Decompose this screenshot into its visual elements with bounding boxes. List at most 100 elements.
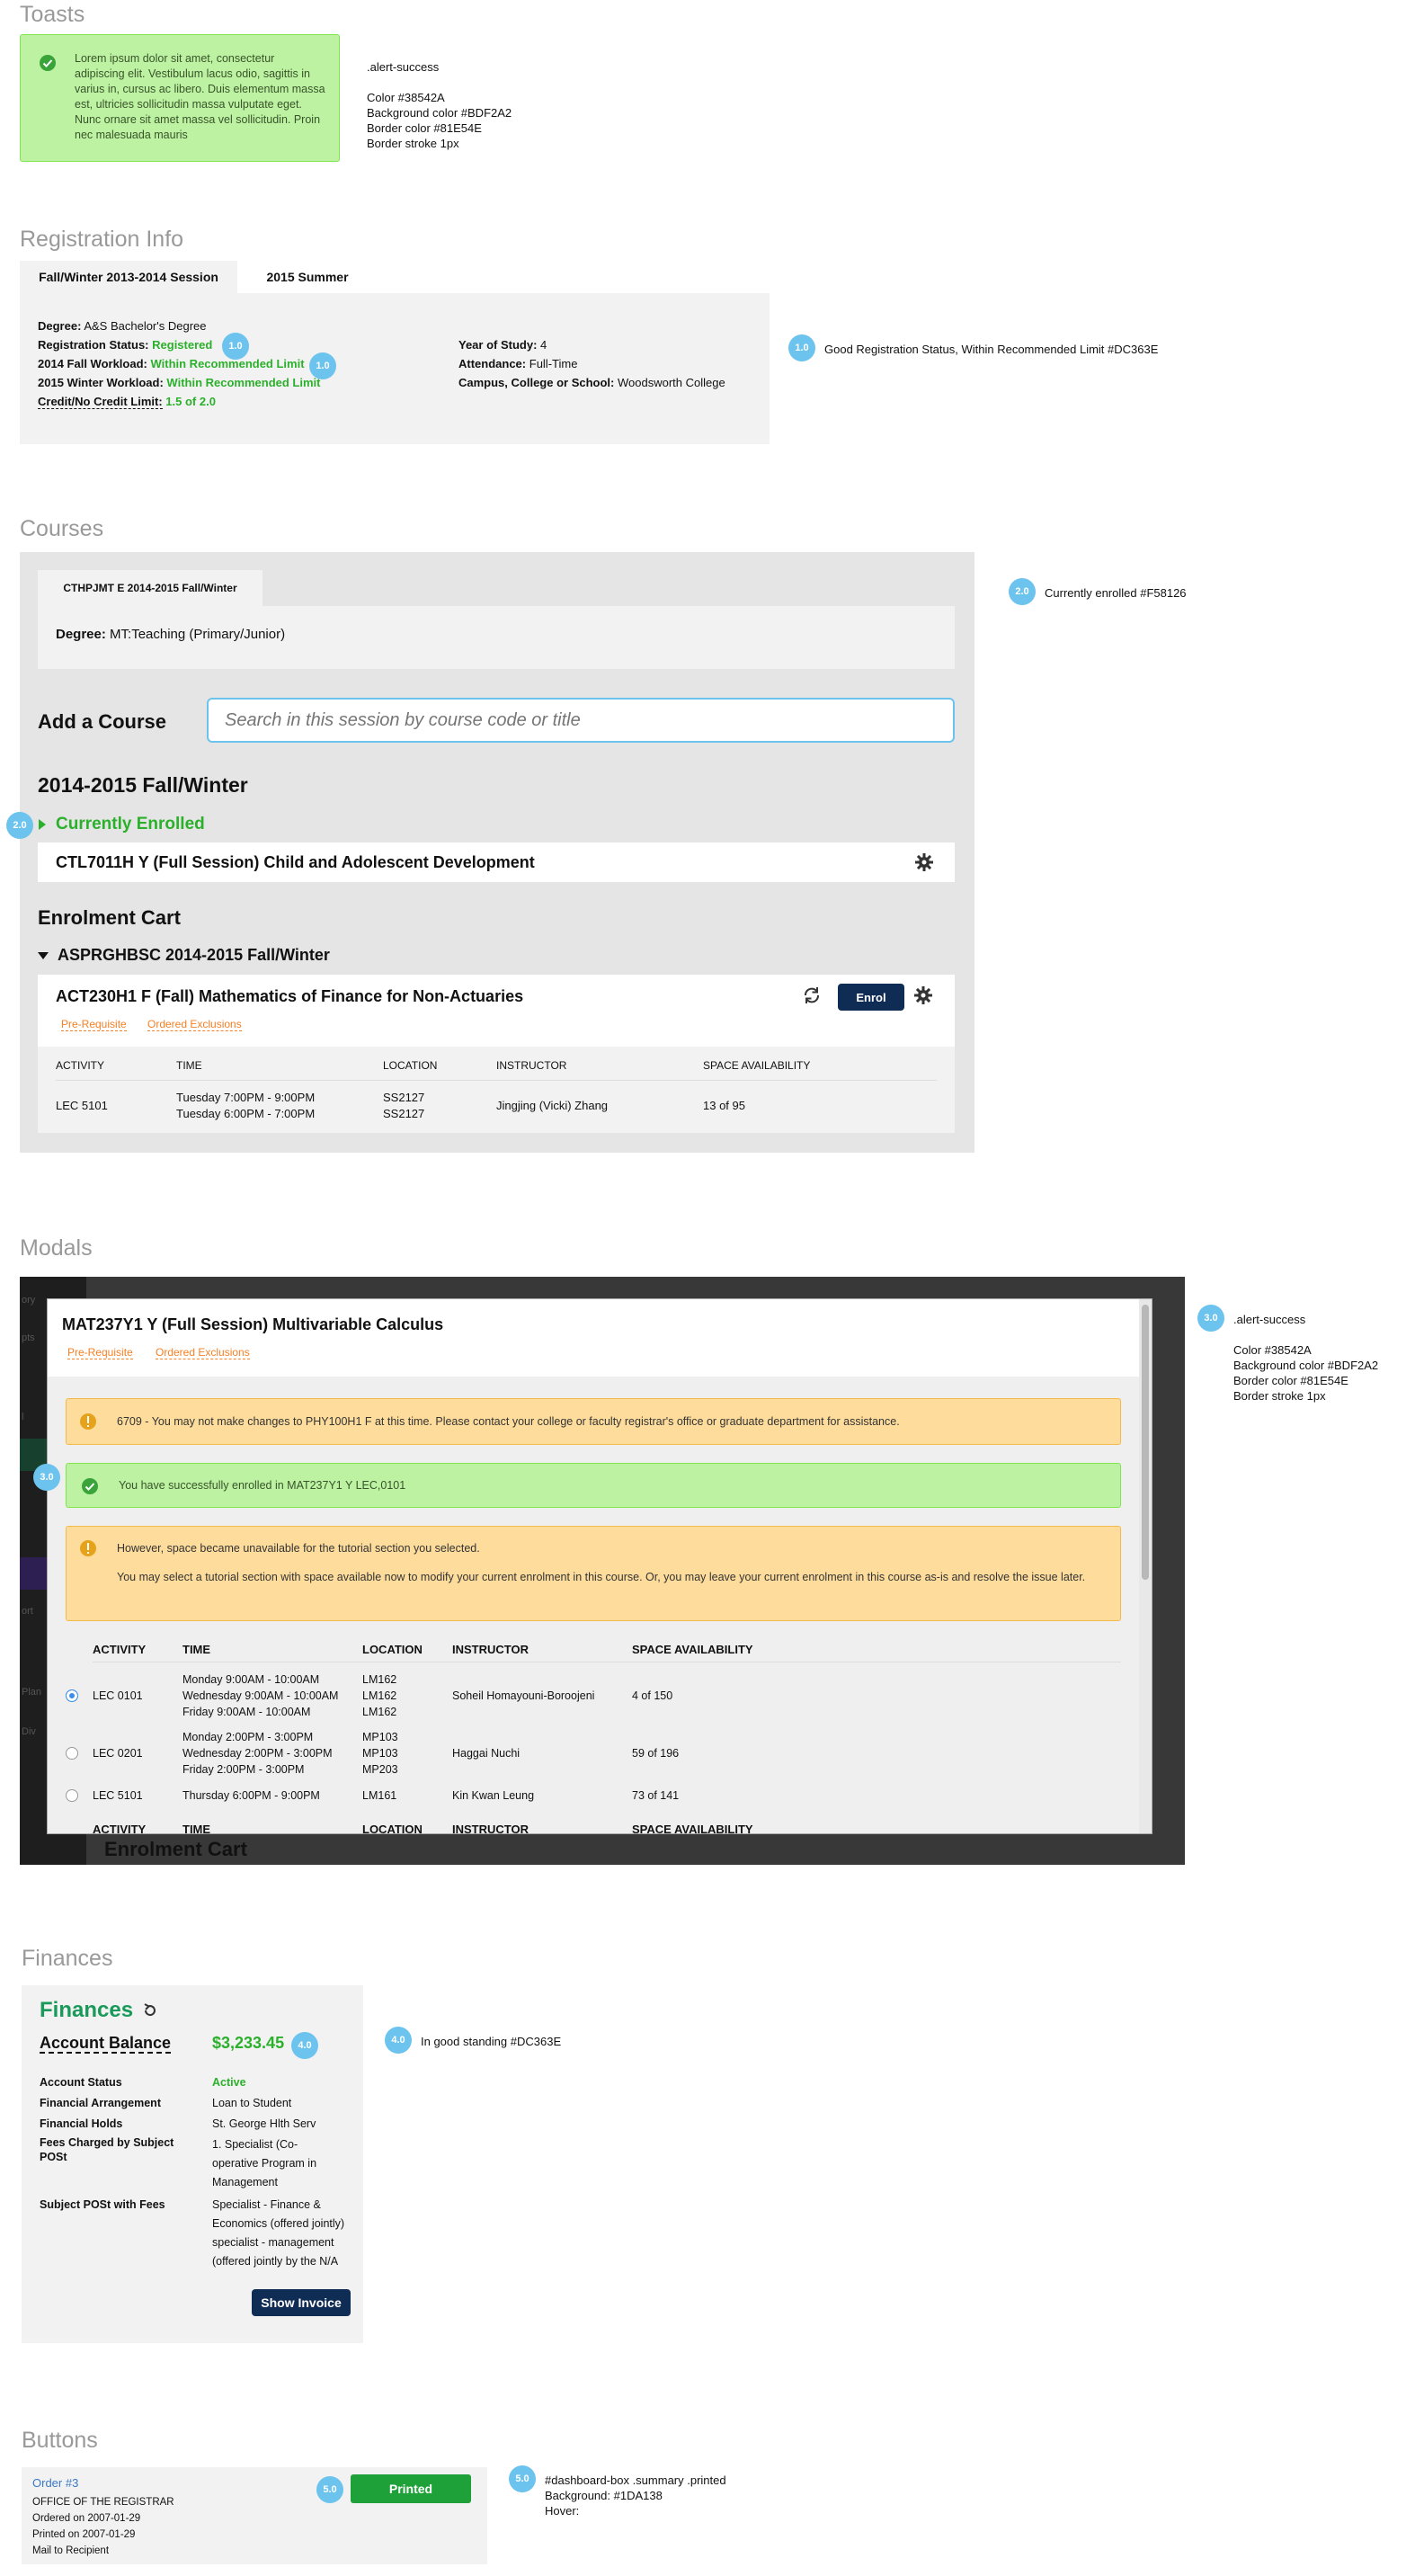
degree-label: Degree:: [38, 319, 82, 333]
winter-workload-value: Within Recommended Limit: [166, 376, 321, 389]
modals-section-title: Modals: [20, 1235, 93, 1261]
finances-heading: Finances: [40, 1998, 134, 2022]
column-header: TIME: [182, 1643, 211, 1656]
location-line: SS2127: [383, 1091, 425, 1104]
show-invoice-button[interactable]: Show Invoice: [252, 2289, 351, 2316]
note-line: #dashboard-box .summary .printed: [545, 2473, 726, 2487]
gear-icon[interactable]: [914, 986, 932, 1004]
enrolled-course-row[interactable]: CTL7011H Y (Full Session) Child and Adol…: [38, 842, 955, 882]
backdrop-block: [20, 1557, 47, 1590]
column-header: SPACE AVAILABILITY: [703, 1059, 811, 1072]
attendance-label: Attendance:: [458, 357, 527, 370]
location-line: MP103: [362, 1731, 398, 1743]
currently-enrolled-toggle[interactable]: Currently Enrolled: [38, 815, 205, 834]
prerequisite-link[interactable]: Pre-Requisite: [67, 1346, 133, 1359]
location-line: LM162: [362, 1673, 397, 1686]
finance-value: Loan to Student: [212, 2097, 292, 2109]
activity-cell: LEC 5101: [93, 1789, 143, 1802]
table-row[interactable]: LEC 0201 Monday 2:00PM - 3:00PM Wednesday…: [66, 1729, 1121, 1783]
toast-message: Lorem ipsum dolor sit amet, consectetur …: [75, 52, 325, 141]
success-alert: You have successfully enrolled in MAT237…: [66, 1463, 1121, 1508]
note-line: Color #38542A: [1233, 1343, 1312, 1357]
courses-panel: CTHPJMT E 2014-2015 Fall/Winter Degree: …: [20, 552, 974, 1153]
time-line: Tuesday 7:00PM - 9:00PM: [176, 1091, 316, 1104]
annotation-badge: 1.0: [222, 333, 249, 360]
backdrop-text: Plan: [22, 1687, 42, 1698]
order-link[interactable]: Order #3: [32, 2476, 78, 2490]
instructor-cell: Jingjing (Vicki) Zhang: [496, 1099, 609, 1112]
column-header: LOCATION: [383, 1059, 438, 1072]
time-line: Friday 2:00PM - 3:00PM: [182, 1763, 305, 1776]
registration-tab-summer[interactable]: 2015 Summer: [245, 261, 370, 293]
backdrop-text: pts: [22, 1333, 35, 1343]
time-cell: Thursday 6:00PM - 9:00PM: [182, 1789, 320, 1802]
backdrop-cart-heading: Enrolment Cart: [104, 1838, 247, 1860]
section-radio[interactable]: [66, 1689, 78, 1702]
backdrop-text: Div: [22, 1726, 36, 1737]
location-cell: SS2127 SS2127: [383, 1090, 424, 1122]
column-header: SPACE AVAILABILITY: [632, 1823, 753, 1834]
cart-group-toggle[interactable]: ASPRGHBSC 2014-2015 Fall/Winter: [38, 946, 330, 965]
printed-button[interactable]: Printed: [351, 2474, 471, 2503]
backdrop-text: l: [22, 1412, 24, 1422]
scrollbar-thumb[interactable]: [1142, 1305, 1149, 1580]
finances-section-title: Finances: [22, 1946, 113, 1971]
order-details: OFFICE OF THE REGISTRAR Ordered on 2007-…: [32, 2494, 174, 2559]
modal-scrollbar[interactable]: [1139, 1299, 1152, 1833]
courses-session-tab[interactable]: CTHPJMT E 2014-2015 Fall/Winter: [38, 570, 263, 606]
annotation-badge: 3.0: [1197, 1305, 1224, 1332]
finance-row: Account Status Active: [40, 2073, 354, 2092]
registration-tab-active[interactable]: Fall/Winter 2013-2014 Session: [20, 261, 237, 293]
modal-table-header-repeat: ACTIVITY TIME LOCATION INSTRUCTOR SPACE …: [93, 1823, 1121, 1834]
enrol-button[interactable]: Enrol: [838, 984, 904, 1011]
note-line: .alert-success: [1233, 1313, 1306, 1326]
balance-label[interactable]: Account Balance: [40, 2034, 172, 2054]
activity-cell: LEC 5101: [56, 1099, 108, 1112]
finance-row: Financial Holds St. George Hlth Serv: [40, 2115, 354, 2134]
finances-header: Finances: [40, 1998, 158, 2023]
refresh-icon[interactable]: [802, 985, 822, 1005]
buttons-section-title: Buttons: [22, 2428, 98, 2453]
refresh-icon[interactable]: [142, 2002, 158, 2019]
column-header: ACTIVITY: [93, 1643, 147, 1656]
table-row[interactable]: LEC 5101 Thursday 6:00PM - 9:00PM LM161 …: [66, 1787, 1121, 1808]
annotation-badge: 5.0: [509, 2465, 536, 2492]
course-modal: MAT237Y1 Y (Full Session) Multivariable …: [47, 1298, 1152, 1834]
section-radio[interactable]: [66, 1789, 78, 1802]
credit-limit-label[interactable]: Credit/No Credit Limit:: [38, 395, 163, 409]
time-line: Monday 9:00AM - 10:00AM: [182, 1673, 320, 1686]
finance-label: Subject POSt with Fees: [40, 2198, 165, 2211]
session-heading: 2014-2015 Fall/Winter: [38, 773, 248, 797]
cart-section-table: ACTIVITY TIME LOCATION INSTRUCTOR SPACE …: [38, 1047, 955, 1133]
space-cell: 73 of 141: [632, 1789, 680, 1802]
success-message: You have successfully enrolled in MAT237…: [119, 1479, 406, 1492]
fall-workload-label: 2014 Fall Workload:: [38, 357, 147, 370]
registration-panel: Degree: A&S Bachelor's Degree Registrati…: [20, 293, 770, 444]
course-search-input[interactable]: [207, 698, 955, 743]
year-label: Year of Study:: [458, 338, 538, 352]
time-cell: Monday 9:00AM - 10:00AM Wednesday 9:00AM …: [182, 1671, 338, 1720]
credit-limit-value: 1.5 of 2.0: [165, 395, 216, 408]
location-line: LM162: [362, 1689, 397, 1702]
warning-message: 6709 - You may not make changes to PHY10…: [117, 1415, 900, 1428]
finance-value: Specialist - Finance & Economics (offere…: [212, 2198, 345, 2268]
ordered-exclusions-link[interactable]: Ordered Exclusions: [147, 1018, 242, 1031]
section-radio[interactable]: [66, 1747, 78, 1760]
note-line: .alert-success: [367, 60, 440, 74]
location-line: MP103: [362, 1747, 398, 1760]
fall-workload-value: Within Recommended Limit: [150, 357, 305, 370]
table-row[interactable]: LEC 0101 Monday 9:00AM - 10:00AM Wednesda…: [66, 1671, 1121, 1725]
toasts-section-title: Toasts: [20, 2, 85, 27]
table-header-row: ACTIVITY TIME LOCATION INSTRUCTOR SPACE …: [56, 1059, 937, 1081]
column-header: LOCATION: [362, 1823, 423, 1834]
annotation-badge: 4.0: [291, 2032, 318, 2059]
time-cell: Tuesday 7:00PM - 9:00PM Tuesday 6:00PM - …: [176, 1090, 315, 1122]
note-line: Border stroke 1px: [1233, 1389, 1326, 1403]
registration-left-column: Degree: A&S Bachelor's Degree Registrati…: [38, 316, 320, 411]
ordered-exclusions-link[interactable]: Ordered Exclusions: [156, 1346, 250, 1359]
table-row: LEC 5101 Tuesday 7:00PM - 9:00PM Tuesday …: [56, 1090, 937, 1126]
instructor-cell: Haggai Nuchi: [452, 1747, 521, 1760]
note-line: Background: #1DA138: [545, 2489, 663, 2502]
gear-icon[interactable]: [915, 853, 933, 871]
prerequisite-link[interactable]: Pre-Requisite: [61, 1018, 127, 1031]
